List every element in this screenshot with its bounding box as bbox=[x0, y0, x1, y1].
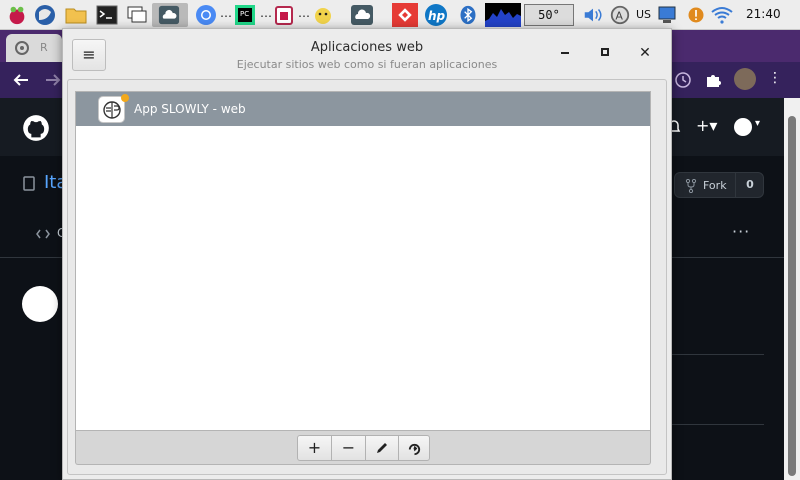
volume-icon[interactable] bbox=[582, 3, 604, 27]
edit-app-button[interactable] bbox=[366, 436, 399, 460]
user-menu-caret-icon[interactable]: ▾ bbox=[755, 118, 760, 129]
create-new-plus-icon[interactable]: +▾ bbox=[696, 116, 717, 135]
raspberry-menu-icon[interactable] bbox=[6, 3, 28, 27]
web-browser-icon[interactable] bbox=[33, 3, 57, 27]
run-app-button[interactable] bbox=[398, 436, 431, 460]
raspberry-app-icon[interactable] bbox=[272, 3, 296, 27]
app-icon bbox=[98, 94, 129, 123]
app-name: App SLOWLY - web bbox=[134, 102, 246, 116]
slowly-app-icon bbox=[103, 101, 121, 119]
user-avatar-menu[interactable] bbox=[734, 118, 752, 136]
wifi-icon[interactable] bbox=[710, 3, 734, 27]
keyboard-layout-label[interactable]: US bbox=[636, 8, 651, 21]
svg-text:A: A bbox=[615, 10, 623, 23]
terminal-icon[interactable] bbox=[95, 3, 119, 27]
webapps-dialog: ≡ Aplicaciones web Ejecutar sitios web c… bbox=[62, 28, 672, 480]
fork-label: Fork bbox=[703, 179, 727, 192]
tab-favicon-icon bbox=[15, 41, 29, 55]
launch-icon bbox=[408, 443, 421, 456]
svg-text:PC: PC bbox=[240, 10, 249, 18]
browser-menu-icon[interactable]: ⋮ bbox=[768, 70, 782, 86]
minimize-button[interactable] bbox=[555, 43, 575, 63]
dialog-subtitle: Ejecutar sitios web como si fueran aplic… bbox=[236, 58, 498, 71]
list-item[interactable]: App SLOWLY - web bbox=[76, 92, 650, 126]
repo-icon bbox=[23, 176, 35, 191]
taskbar-ellipsis: … bbox=[260, 6, 272, 20]
sidebar-divider bbox=[672, 424, 764, 425]
list-button-group: + − bbox=[297, 435, 430, 461]
back-arrow-icon[interactable] bbox=[12, 71, 30, 89]
accessibility-icon[interactable]: A bbox=[609, 3, 631, 27]
fork-count: 0 bbox=[735, 173, 764, 197]
remove-app-button[interactable]: − bbox=[332, 436, 365, 460]
minimize-icon bbox=[561, 52, 569, 54]
dialog-title: Aplicaciones web bbox=[310, 40, 424, 55]
taskbar-ellipsis: … bbox=[220, 6, 232, 20]
maximize-button[interactable] bbox=[595, 43, 615, 63]
pencil-icon bbox=[377, 443, 387, 453]
owner-avatar[interactable] bbox=[22, 286, 58, 322]
clock[interactable]: 21:40 bbox=[746, 7, 781, 21]
warning-icon[interactable] bbox=[686, 3, 706, 27]
hp-printer-icon[interactable]: hp bbox=[422, 3, 450, 27]
network-icon[interactable] bbox=[656, 3, 682, 27]
file-manager-icon[interactable] bbox=[64, 3, 88, 27]
extensions-icon[interactable] bbox=[704, 71, 722, 89]
scrollbar-thumb[interactable] bbox=[788, 116, 796, 476]
chromium-icon[interactable] bbox=[194, 3, 218, 27]
fork-button[interactable]: Fork 0 bbox=[674, 172, 764, 198]
svg-text:hp: hp bbox=[428, 9, 446, 23]
anydesk-diamond-icon bbox=[398, 8, 412, 22]
browser-tab-label: R bbox=[40, 41, 48, 54]
history-icon[interactable] bbox=[674, 71, 692, 89]
taskbar-window-webapps[interactable] bbox=[152, 3, 188, 27]
webapps-list: App SLOWLY - web bbox=[75, 91, 651, 431]
code-icon bbox=[36, 229, 50, 239]
cloud-app-icon bbox=[158, 5, 180, 25]
system-taskbar: … PC … … hp 50° A US 21:40 bbox=[0, 0, 800, 30]
taskbar-ellipsis: … bbox=[298, 6, 310, 20]
maximize-icon bbox=[601, 48, 609, 56]
forward-arrow-icon[interactable] bbox=[44, 71, 62, 89]
cloud-sync-icon[interactable] bbox=[350, 3, 374, 27]
cpu-monitor-icon bbox=[485, 3, 521, 27]
bluetooth-icon[interactable] bbox=[458, 3, 478, 27]
show-desktop-icon[interactable] bbox=[125, 3, 149, 27]
fork-icon bbox=[685, 179, 697, 193]
mascot-app-icon[interactable] bbox=[310, 3, 336, 27]
more-options-icon[interactable]: ··· bbox=[732, 222, 750, 241]
add-app-button[interactable]: + bbox=[298, 436, 331, 460]
notification-dot bbox=[121, 94, 129, 102]
list-toolbar: + − bbox=[75, 431, 651, 465]
github-logo-icon[interactable] bbox=[22, 114, 50, 142]
profile-avatar[interactable] bbox=[734, 68, 756, 90]
anydesk-icon[interactable] bbox=[392, 3, 418, 27]
pycharm-icon[interactable]: PC bbox=[233, 3, 257, 27]
dialog-header: ≡ Aplicaciones web Ejecutar sitios web c… bbox=[63, 29, 671, 77]
sidebar-divider bbox=[672, 354, 764, 355]
browser-tab[interactable]: R bbox=[6, 34, 62, 62]
cpu-temperature-readout: 50° bbox=[524, 4, 574, 26]
close-button[interactable]: ✕ bbox=[635, 43, 655, 63]
